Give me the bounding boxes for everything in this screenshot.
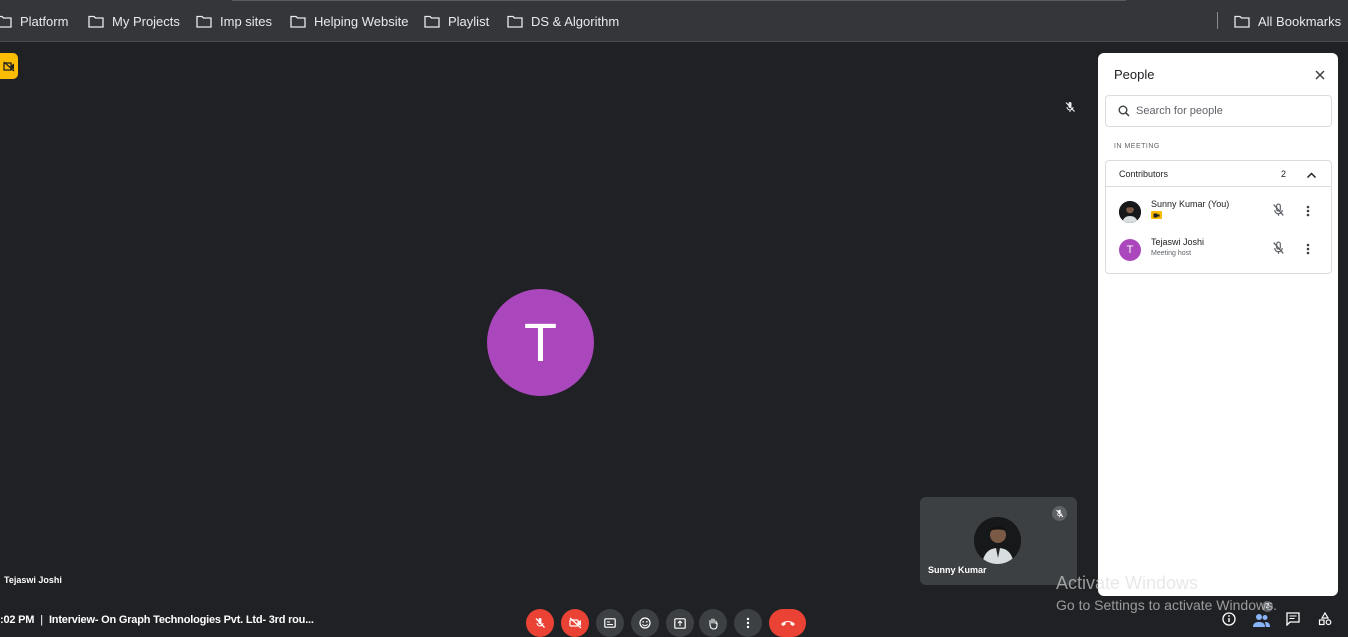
bookmark-my-projects[interactable]: My Projects <box>88 12 180 30</box>
folder-icon <box>88 15 104 28</box>
folder-icon <box>196 15 212 28</box>
folder-icon <box>0 15 12 28</box>
camera-off-icon <box>568 617 581 629</box>
bookmark-ds-algorithm[interactable]: DS & Algorithm <box>507 12 619 30</box>
shapes-icon <box>1318 611 1332 626</box>
panel-title: People <box>1114 67 1155 82</box>
reactions-button[interactable] <box>631 609 659 637</box>
muted-mic-icon <box>1064 100 1076 118</box>
participant-role: Meeting host <box>1151 250 1192 257</box>
close-panel-button[interactable] <box>1312 67 1328 83</box>
self-name-label: Sunny Kumar <box>928 565 987 575</box>
participant-avatar: T <box>487 289 594 396</box>
bookmark-playlist[interactable]: Playlist <box>424 12 489 30</box>
bookmark-label: Platform <box>20 13 69 29</box>
meeting-time: :02 PM <box>0 614 35 626</box>
more-vert-icon[interactable] <box>1306 242 1310 260</box>
chevron-up-icon[interactable] <box>1306 168 1317 186</box>
search-people-field[interactable] <box>1105 95 1332 127</box>
participant-name: Tejaswi Joshi <box>1151 237 1205 247</box>
meeting-details-button[interactable] <box>1222 612 1236 631</box>
bookmark-label: Imp sites <box>220 13 273 29</box>
camera-toggle-button[interactable] <box>561 609 589 637</box>
people-panel: People IN MEETING Contributors 2 Sunny K… <box>1098 53 1338 596</box>
bookmark-label: Helping Website <box>314 13 409 29</box>
tab-strip-edge <box>232 0 1126 1</box>
search-icon <box>1118 105 1130 117</box>
more-options-button[interactable] <box>734 609 762 637</box>
bookmark-imp-sites[interactable]: Imp sites <box>196 12 272 30</box>
present-screen-button[interactable] <box>666 609 694 637</box>
recording-badge-icon <box>1151 211 1162 219</box>
bookmark-label: My Projects <box>112 13 180 29</box>
all-bookmarks-button[interactable]: All Bookmarks <box>1234 12 1341 30</box>
contributors-group: Contributors 2 Sunny Kumar (You) T Tejas… <box>1105 160 1332 274</box>
bookmark-label: Playlist <box>448 13 490 29</box>
meeting-info: :02 PM | Interview- On Graph Technologies … <box>0 614 314 626</box>
folder-icon <box>290 15 306 28</box>
activities-button[interactable] <box>1318 611 1332 631</box>
self-muted-mic-icon <box>1052 506 1067 521</box>
contributors-header[interactable]: Contributors 2 <box>1106 161 1331 187</box>
participant-row[interactable]: Sunny Kumar (You) <box>1106 195 1331 231</box>
participant-muted-mic-icon <box>1272 241 1285 260</box>
people-icon <box>1253 614 1270 627</box>
participant-avatar-letter: T <box>1119 239 1141 261</box>
all-bookmarks-label: All Bookmarks <box>1258 13 1342 29</box>
bookmarks-bar: Platform My Projects Imp sites Helping W… <box>0 0 1348 42</box>
folder-icon <box>507 15 523 28</box>
contributors-count: 2 <box>1281 169 1287 179</box>
in-meeting-label: IN MEETING <box>1114 143 1160 150</box>
end-call-icon <box>780 621 795 626</box>
bookmark-label: DS & Algorithm <box>531 13 620 29</box>
participant-name-label: Tejaswi Joshi <box>4 575 62 585</box>
participant-avatar-photo <box>1119 201 1141 223</box>
close-icon <box>1315 70 1325 80</box>
search-people-input[interactable] <box>1136 105 1316 117</box>
leave-call-button[interactable] <box>769 609 806 637</box>
more-vert-icon[interactable] <box>1306 204 1310 222</box>
bookmarks-divider <box>1217 12 1218 29</box>
folder-icon <box>1234 15 1250 28</box>
self-avatar <box>974 517 1021 564</box>
participant-row[interactable]: T Tejaswi Joshi Meeting host <box>1106 233 1331 269</box>
meeting-info-separator: | <box>40 614 43 626</box>
participant-name: Sunny Kumar (You) <box>1151 199 1230 209</box>
more-vert-icon <box>746 617 750 629</box>
self-view-tile[interactable]: Sunny Kumar <box>920 497 1077 585</box>
microphone-toggle-button[interactable] <box>526 609 554 637</box>
chat-button[interactable] <box>1286 612 1300 631</box>
info-icon <box>1222 612 1236 626</box>
people-count-badge: 2 <box>1262 601 1273 612</box>
hand-icon <box>709 617 718 630</box>
captions-button[interactable] <box>596 609 624 637</box>
mic-off-icon <box>535 618 545 628</box>
raise-hand-button[interactable] <box>699 609 727 637</box>
meeting-title: Interview- On Graph Technologies Pvt. Lt… <box>48 614 314 626</box>
folder-icon <box>424 15 440 28</box>
contributors-label: Contributors <box>1119 169 1169 179</box>
no-camera-icon <box>3 61 15 71</box>
recording-indicator[interactable] <box>0 53 18 79</box>
participant-muted-mic-icon <box>1272 203 1285 222</box>
chat-icon <box>1286 612 1300 627</box>
bookmark-helping-website[interactable]: Helping Website <box>290 12 408 30</box>
bookmark-platform[interactable]: Platform <box>0 12 68 30</box>
people-button[interactable] <box>1253 612 1270 632</box>
emoji-icon <box>639 617 651 629</box>
